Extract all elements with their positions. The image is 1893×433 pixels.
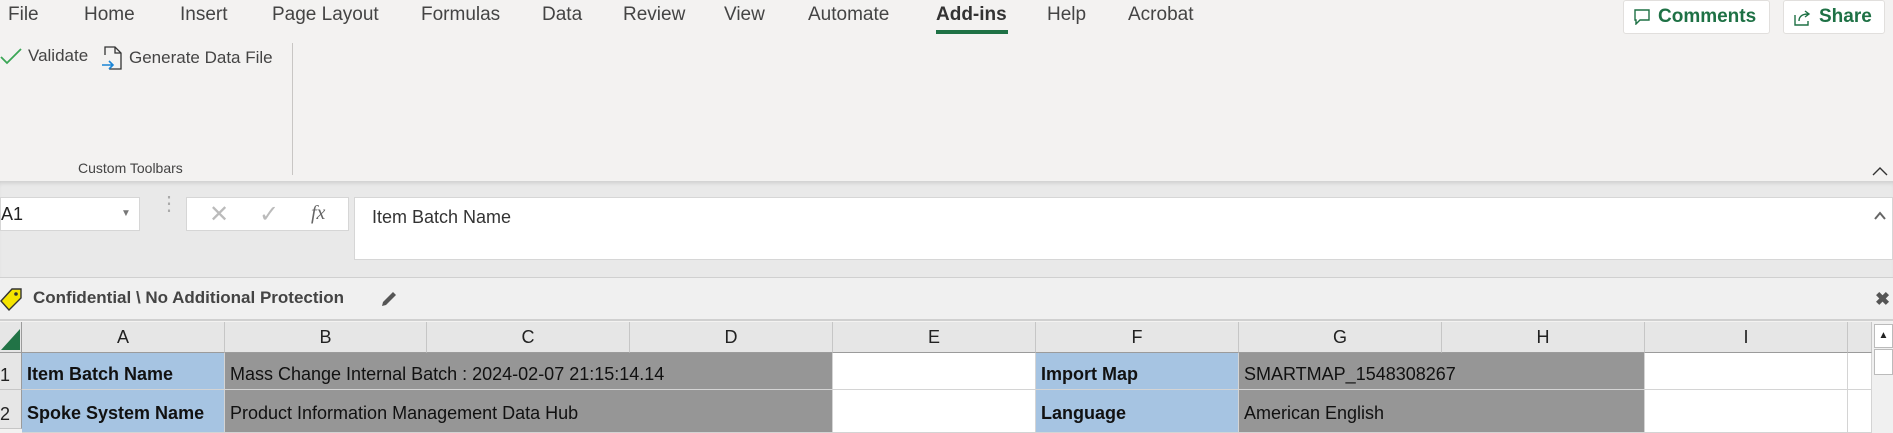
column-header-g[interactable]: G — [1239, 322, 1442, 353]
select-all-triangle-icon — [1, 329, 20, 350]
sensitivity-label: Confidential \ No Additional Protection — [33, 288, 345, 307]
share-button[interactable]: Share — [1783, 0, 1885, 34]
ribbon-group-divider — [292, 43, 293, 175]
drag-handle-icon[interactable]: ⋮ — [159, 194, 179, 214]
tab-view[interactable]: View — [724, 4, 765, 26]
row-header-1[interactable]: 1 — [0, 353, 22, 390]
column-header-h[interactable]: H — [1442, 322, 1645, 353]
comment-icon — [1634, 9, 1650, 25]
column-header-c[interactable]: C — [427, 322, 630, 353]
checkmark-icon — [0, 48, 22, 65]
validate-button[interactable]: Validate — [0, 46, 88, 66]
cell-g1-text: SMARTMAP_1548308267 — [1244, 364, 1456, 384]
formula-input[interactable]: Item Batch Name — [354, 197, 1893, 260]
cell-a1-text: Item Batch Name — [27, 364, 174, 384]
cell-b2-merged[interactable]: Product Information Management Data Hub — [225, 390, 833, 433]
cell-i2[interactable] — [1645, 390, 1848, 433]
cell-j2[interactable] — [1848, 390, 1872, 433]
tab-file[interactable]: File — [8, 4, 39, 26]
cell-g1-merged[interactable]: SMARTMAP_1548308267 — [1239, 353, 1645, 390]
column-header-b[interactable]: B — [225, 322, 427, 353]
cancel-icon[interactable]: ✕ — [209, 200, 229, 229]
collapse-ribbon-chevron-icon[interactable] — [1872, 166, 1888, 176]
cell-a1[interactable]: Item Batch Name — [22, 353, 225, 390]
tab-help[interactable]: Help — [1047, 4, 1086, 26]
expand-formula-bar-icon[interactable] — [1874, 211, 1886, 220]
column-header-i[interactable]: I — [1645, 322, 1848, 353]
name-box-value: A1 — [1, 204, 24, 224]
vertical-scrollbar[interactable]: ▲ — [1872, 322, 1893, 433]
column-header-a[interactable]: A — [22, 322, 225, 353]
validate-label: Validate — [28, 46, 89, 65]
cell-b1-text: Mass Change Internal Batch : 2024-02-07 … — [230, 364, 665, 384]
tab-page-layout[interactable]: Page Layout — [272, 4, 379, 26]
sensitivity-bar: Confidential \ No Additional Protection … — [0, 277, 1893, 321]
close-icon[interactable]: ✖ — [1875, 289, 1890, 310]
name-box-dropdown-icon[interactable]: ▼ — [121, 208, 131, 219]
tab-formulas[interactable]: Formulas — [421, 4, 500, 26]
active-tab-indicator — [936, 30, 1008, 34]
scroll-up-icon[interactable]: ▲ — [1874, 324, 1893, 348]
generate-data-file-label: Generate Data File — [129, 48, 273, 67]
select-all-button[interactable] — [0, 322, 22, 353]
group-label-custom-toolbars: Custom Toolbars — [78, 160, 183, 176]
cell-e2[interactable] — [833, 390, 1036, 433]
sensitivity-tag-icon — [0, 288, 22, 311]
formula-content: Item Batch Name — [372, 207, 512, 227]
cell-j1[interactable] — [1848, 353, 1872, 390]
cell-g2-merged[interactable]: American English — [1239, 390, 1645, 433]
cell-g2-text: American English — [1244, 403, 1385, 423]
insert-function-icon[interactable]: fx — [311, 202, 325, 225]
cell-b2-text: Product Information Management Data Hub — [230, 403, 579, 423]
cell-f2[interactable]: Language — [1036, 390, 1239, 433]
column-header-partial[interactable] — [1848, 322, 1872, 353]
cell-e1[interactable] — [833, 353, 1036, 390]
cell-b1-merged[interactable]: Mass Change Internal Batch : 2024-02-07 … — [225, 353, 833, 390]
share-icon — [1794, 9, 1811, 26]
tab-home[interactable]: Home — [84, 4, 135, 26]
comments-label: Comments — [1658, 6, 1757, 27]
name-box[interactable]: A1 ▼ — [0, 197, 140, 231]
column-header-f[interactable]: F — [1036, 322, 1239, 353]
formula-actions: ✕ ✓ fx — [186, 197, 349, 231]
generate-data-file-button[interactable]: Generate Data File — [101, 46, 273, 70]
column-header-d[interactable]: D — [630, 322, 833, 353]
tab-data[interactable]: Data — [542, 4, 582, 26]
generate-file-icon — [102, 46, 122, 70]
edit-pencil-icon[interactable] — [380, 290, 398, 308]
share-label: Share — [1819, 6, 1872, 27]
tab-add-ins[interactable]: Add-ins — [936, 4, 1007, 26]
tab-acrobat[interactable]: Acrobat — [1128, 4, 1193, 26]
cell-f2-text: Language — [1041, 403, 1127, 423]
tab-automate[interactable]: Automate — [808, 4, 889, 26]
comments-button[interactable]: Comments — [1623, 0, 1770, 34]
tab-insert[interactable]: Insert — [180, 4, 228, 26]
enter-icon[interactable]: ✓ — [259, 200, 279, 229]
cell-i1[interactable] — [1645, 353, 1848, 390]
scrollbar-thumb[interactable] — [1874, 349, 1893, 375]
tab-review[interactable]: Review — [623, 4, 685, 26]
cell-f1-text: Import Map — [1041, 364, 1138, 384]
cell-f1[interactable]: Import Map — [1036, 353, 1239, 390]
column-header-e[interactable]: E — [833, 322, 1036, 353]
row-header-2[interactable]: 2 — [0, 390, 22, 429]
cell-a2[interactable]: Spoke System Name — [22, 390, 225, 433]
cell-a2-text: Spoke System Name — [27, 403, 205, 423]
